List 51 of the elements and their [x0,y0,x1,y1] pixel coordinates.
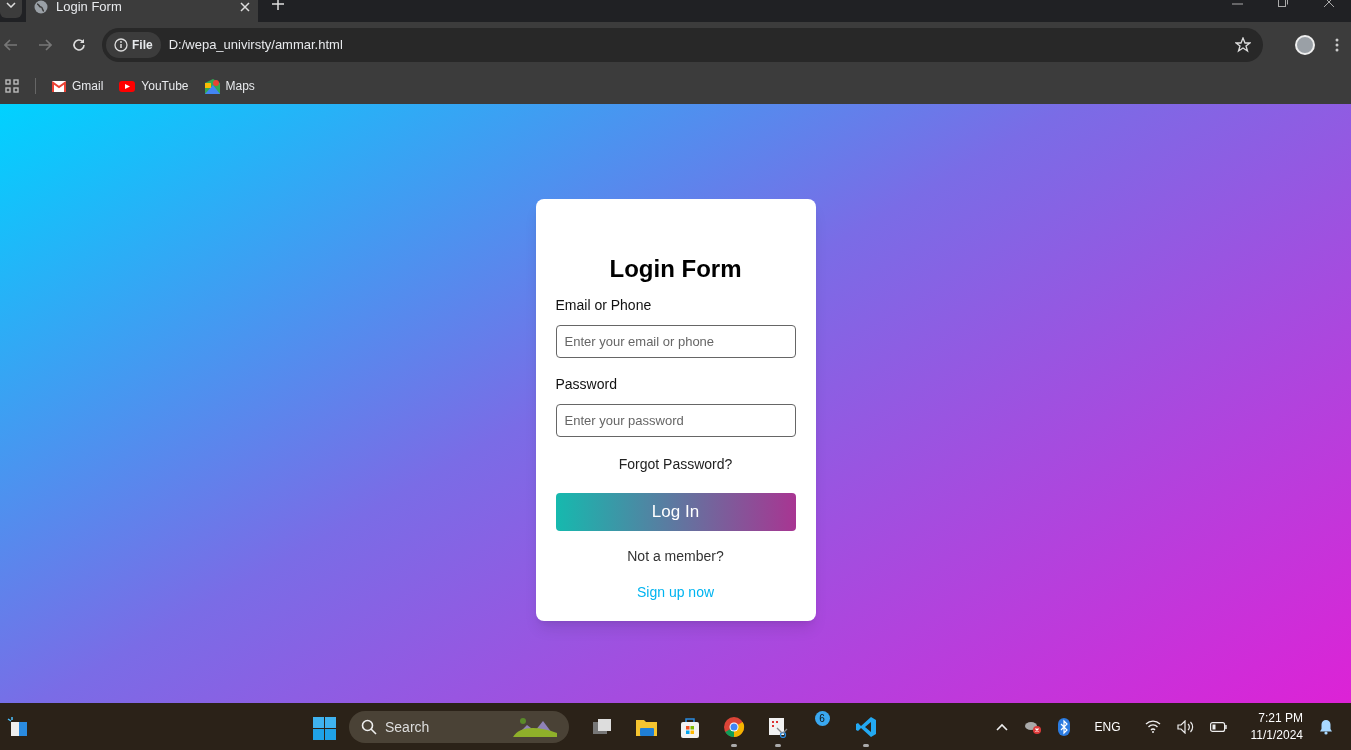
input-field[interactable]: Enter your password [555,404,796,437]
profile-avatar[interactable] [1295,35,1315,55]
site-info-chip[interactable]: File [106,32,161,58]
map-pin-icon [204,78,220,94]
field-label: Password [555,375,618,394]
field-label: Email or Phone [555,296,653,315]
chevron-down-icon [6,2,16,8]
apps-grid-icon[interactable] [5,79,19,93]
search-box[interactable]: Search [349,711,569,743]
tab-title: Login Form [56,0,123,17]
signup-prompt: Not a member? [627,547,724,566]
notification-badge: 6 [814,711,830,726]
form-title: Login Form [608,255,743,283]
bookmark[interactable]: YouTube [119,77,189,95]
new-tab-icon[interactable] [272,0,284,10]
globe-icon [34,0,48,14]
menu-icon[interactable] [1335,38,1339,52]
shopping-bag-icon [679,715,701,738]
scissors-icon [767,715,789,738]
info-icon [114,38,128,52]
reload-icon[interactable] [72,38,86,52]
login-button[interactable]: Log In [555,493,796,531]
bookmark[interactable]: Gmail [52,77,104,95]
clock[interactable]: 7:21 PM 11/1/2024 [1250,709,1303,744]
forward-arrow-icon[interactable] [38,39,52,51]
chevron-up-icon[interactable] [996,722,1009,731]
widgets-icon[interactable] [7,716,29,738]
cloud-error-icon[interactable] [1024,719,1043,734]
forgot-password-link[interactable]: Forgot Password? [618,454,733,475]
chrome-icon [723,715,745,738]
star-icon[interactable] [1235,37,1251,53]
code-editor-icon [855,715,877,738]
mail-icon [52,80,66,92]
speaker-icon[interactable] [1176,719,1194,734]
battery-icon[interactable] [1209,721,1227,732]
back-arrow-icon[interactable] [4,39,18,51]
wifi-icon[interactable] [1144,720,1161,733]
bell-icon[interactable] [1319,718,1333,735]
search-icon [361,719,377,735]
address-bar[interactable]: File D:/wepa_univirsty/ammar.html [102,28,1263,62]
bluetooth-icon[interactable] [1058,717,1071,736]
address-url: D:/wepa_univirsty/ammar.html [168,36,344,55]
bookmark[interactable]: Maps [204,77,255,95]
play-icon [119,80,136,92]
browser-tab[interactable]: Login Form [26,0,258,22]
restore-icon[interactable] [1278,0,1288,7]
language-indicator[interactable]: ENG [1094,717,1121,736]
landscape-drawing [513,715,557,739]
input-field[interactable]: Enter your email or phone [555,325,796,358]
close-icon[interactable] [1324,0,1334,7]
start-icon[interactable] [313,717,336,740]
